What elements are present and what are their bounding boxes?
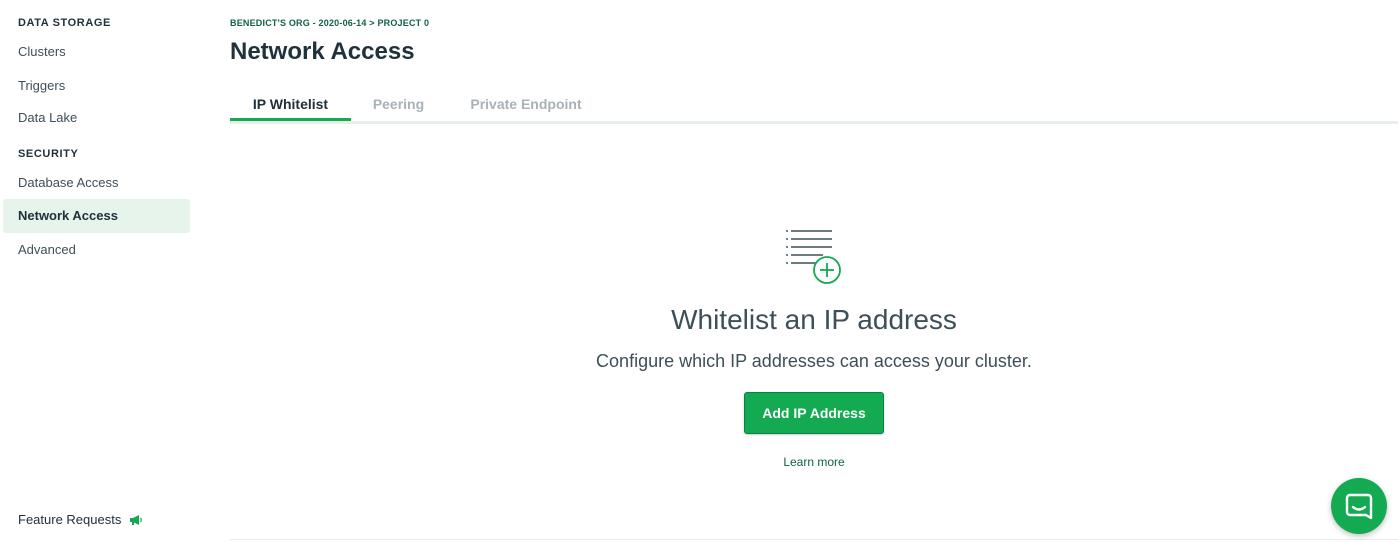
breadcrumb[interactable]: BENEDICT'S ORG - 2020-06-14 > PROJECT 0 — [230, 18, 429, 28]
security-heading: SECURITY — [18, 148, 79, 160]
tab-peering[interactable]: Peering — [368, 92, 429, 121]
sidebar: DATA STORAGE Clusters Triggers Data Lake… — [0, 0, 200, 542]
add-ip-address-button[interactable]: Add IP Address — [744, 392, 884, 434]
divider — [230, 539, 1398, 540]
data-storage-heading: DATA STORAGE — [18, 17, 111, 29]
empty-state-title: Whitelist an IP address — [671, 304, 957, 335]
sidebar-item-advanced[interactable]: Advanced — [3, 233, 190, 267]
feature-requests-link[interactable]: Feature Requests — [18, 512, 143, 527]
feature-requests-label: Feature Requests — [18, 512, 122, 527]
megaphone-icon — [129, 514, 143, 526]
sidebar-item-network-access[interactable]: Network Access — [3, 199, 190, 233]
tab-private-endpoint[interactable]: Private Endpoint — [466, 92, 586, 121]
sidebar-item-triggers[interactable]: Triggers — [3, 69, 190, 103]
sidebar-item-database-access[interactable]: Database Access — [3, 166, 190, 200]
tab-ip-whitelist[interactable]: IP Whitelist — [230, 92, 351, 121]
sidebar-item-data-lake[interactable]: Data Lake — [3, 101, 190, 135]
learn-more-link[interactable]: Learn more — [230, 455, 1398, 469]
tab-bar: IP Whitelist Peering Private Endpoint — [230, 92, 1398, 124]
empty-state: Whitelist an IP address Configure which … — [230, 121, 1398, 540]
chat-button[interactable] — [1331, 478, 1387, 534]
empty-state-description: Configure which IP addresses can access … — [596, 351, 1032, 371]
list-add-icon — [783, 227, 845, 292]
sidebar-item-clusters[interactable]: Clusters — [3, 35, 190, 69]
page-title: Network Access — [230, 38, 415, 65]
